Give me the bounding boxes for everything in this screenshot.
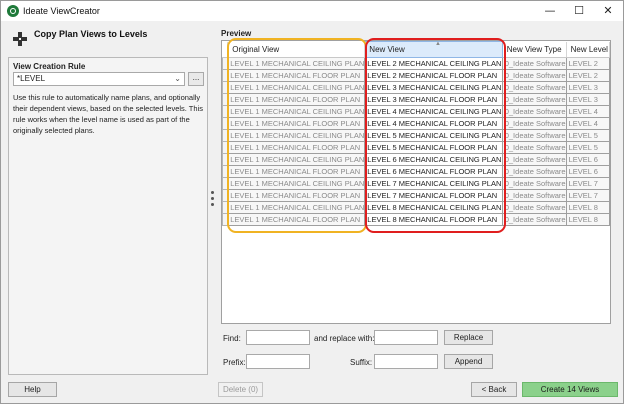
preview-label: Preview — [221, 29, 252, 38]
view-type-cell: 0_Ideate Software — [501, 213, 567, 226]
app-window: Ideate ViewCreator — ☐ ✕ Copy Plan Views… — [0, 0, 624, 404]
minimize-button[interactable]: — — [537, 3, 563, 19]
new-level-cell: LEVEL 5 — [565, 129, 610, 142]
view-type-cell: 0_Ideate Software — [501, 129, 567, 142]
create-views-button[interactable]: Create 14 Views — [522, 382, 618, 397]
new-level-cell: LEVEL 6 — [565, 165, 610, 178]
view-type-cell: 0_Ideate Software — [501, 153, 567, 166]
grip-dot — [211, 197, 214, 200]
rule-heading: Copy Plan Views to Levels — [34, 29, 148, 39]
prefix-label: Prefix: — [223, 358, 246, 367]
view-creation-rule-label: View Creation Rule — [13, 62, 86, 71]
new-level-cell: LEVEL 2 — [565, 69, 610, 82]
new-level-cell: LEVEL 8 — [565, 201, 610, 214]
new-view-highlight — [365, 38, 506, 233]
left-pane: Copy Plan Views to Levels View Creation … — [8, 27, 208, 375]
app-logo-icon — [7, 5, 19, 17]
help-button[interactable]: Help — [8, 382, 57, 397]
append-button[interactable]: Append — [444, 354, 493, 369]
chevron-down-icon: ⌄ — [174, 74, 181, 83]
prefix-input[interactable] — [246, 354, 310, 369]
column-header[interactable]: New Level — [566, 41, 610, 58]
view-type-cell: 0_Ideate Software — [501, 141, 567, 154]
new-level-cell: LEVEL 4 — [565, 105, 610, 118]
browse-rule-button[interactable]: ... — [188, 72, 204, 86]
view-type-cell: 0_Ideate Software — [501, 105, 567, 118]
rule-select-value: *LEVEL — [17, 74, 46, 83]
rule-panel: View Creation Rule *LEVEL ⌄ ... Use this… — [8, 57, 208, 375]
view-type-cell: 0_Ideate Software — [501, 57, 567, 70]
view-type-cell: 0_Ideate Software — [501, 165, 567, 178]
replace-button[interactable]: Replace — [444, 330, 493, 345]
view-type-cell: 0_Ideate Software — [501, 177, 567, 190]
view-type-cell: 0_Ideate Software — [501, 189, 567, 202]
view-type-cell: 0_Ideate Software — [501, 69, 567, 82]
new-level-cell: LEVEL 8 — [565, 213, 610, 226]
replace-input[interactable] — [374, 330, 438, 345]
view-type-cell: 0_Ideate Software — [501, 117, 567, 130]
view-creation-rule-select[interactable]: *LEVEL ⌄ — [13, 72, 185, 86]
column-header[interactable]: New View Type — [502, 41, 567, 58]
new-level-cell: LEVEL 6 — [565, 153, 610, 166]
new-level-cell: LEVEL 7 — [565, 177, 610, 190]
original-view-highlight — [227, 38, 367, 233]
view-type-cell: 0_Ideate Software — [501, 201, 567, 214]
view-type-cell: 0_Ideate Software — [501, 93, 567, 106]
pane-splitter[interactable] — [211, 191, 215, 209]
close-button[interactable]: ✕ — [595, 3, 621, 19]
find-label: Find: — [223, 334, 241, 343]
new-level-cell: LEVEL 7 — [565, 189, 610, 202]
rule-description: Use this rule to automatically name plan… — [13, 93, 203, 135]
replace-label: and replace with: — [314, 334, 375, 343]
suffix-label: Suffix: — [350, 358, 373, 367]
grip-dot — [211, 191, 214, 194]
suffix-input[interactable] — [374, 354, 438, 369]
new-level-cell: LEVEL 3 — [565, 81, 610, 94]
view-type-cell: 0_Ideate Software — [501, 81, 567, 94]
new-level-cell: LEVEL 2 — [565, 57, 610, 70]
maximize-button[interactable]: ☐ — [566, 3, 592, 19]
grip-dot — [211, 203, 214, 206]
new-level-cell: LEVEL 5 — [565, 141, 610, 154]
delete-button[interactable]: Delete (0) — [218, 382, 263, 397]
window-title: Ideate ViewCreator — [23, 6, 100, 16]
new-level-cell: LEVEL 4 — [565, 117, 610, 130]
new-level-cell: LEVEL 3 — [565, 93, 610, 106]
find-input[interactable] — [246, 330, 310, 345]
back-button[interactable]: < Back — [471, 382, 517, 397]
title-bar: Ideate ViewCreator — ☐ ✕ — [1, 1, 623, 21]
copy-plan-views-icon — [13, 32, 27, 46]
